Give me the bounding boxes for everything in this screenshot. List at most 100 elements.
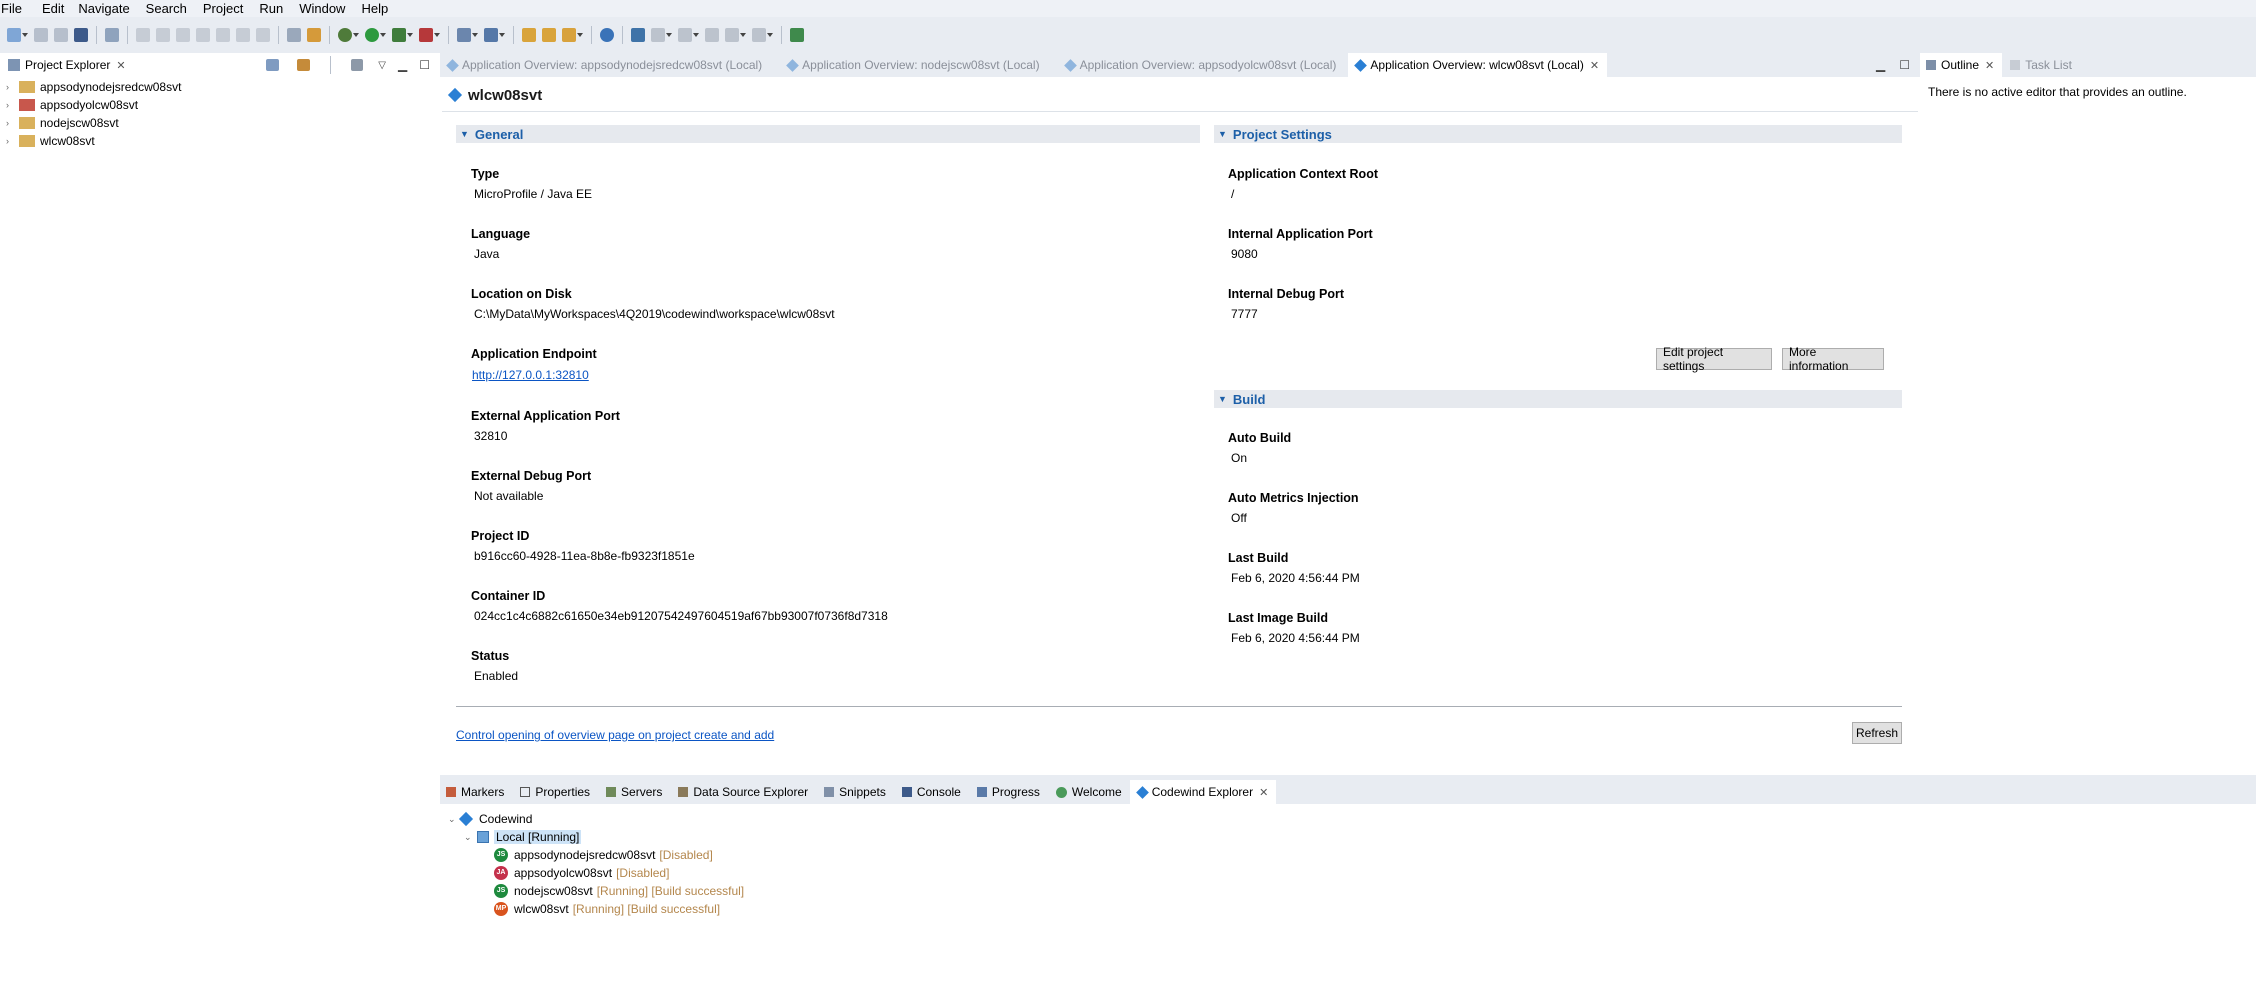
tree-item-project[interactable]: › appsodyolcw08svt [6, 96, 138, 114]
tab-servers[interactable]: Servers [598, 780, 670, 804]
close-icon[interactable]: ✕ [116, 59, 125, 72]
external-tools-dropdown-icon[interactable] [434, 28, 440, 42]
tab-overview-wlcw08svt[interactable]: Application Overview: wlcw08svt (Local) … [1348, 53, 1608, 77]
open-type-icon[interactable] [522, 28, 536, 42]
next-annotation-icon[interactable] [651, 28, 665, 42]
tree-item-project[interactable]: › nodejscw08svt [6, 114, 119, 132]
close-icon[interactable]: ✕ [1259, 786, 1268, 799]
toggle-block-icon[interactable] [287, 28, 301, 42]
tab-overview-appsodyolcw08svt[interactable]: Application Overview: appsodyolcw08svt (… [1058, 53, 1345, 77]
tab-progress[interactable]: Progress [969, 780, 1048, 804]
tab-overview-nodejscw08svt[interactable]: Application Overview: nodejscw08svt (Loc… [780, 53, 1047, 77]
tree-item-project[interactable]: › wlcw08svt [6, 132, 95, 150]
application-endpoint-link[interactable]: http://127.0.0.1:32810 [472, 368, 589, 382]
back-icon[interactable] [725, 28, 739, 42]
tree-item-app[interactable]: JA appsodyolcw08svt [Disabled] [494, 864, 669, 882]
step-return-icon[interactable] [256, 28, 270, 42]
tab-welcome[interactable]: Welcome [1048, 780, 1130, 804]
menu-help[interactable]: Help [360, 0, 393, 17]
tree-item-codewind[interactable]: ⌄ Codewind [448, 810, 532, 828]
disconnect-icon[interactable] [196, 28, 210, 42]
globe-icon[interactable] [600, 28, 614, 42]
new-wizard-dropdown-icon[interactable] [472, 28, 478, 42]
external-tools-icon[interactable] [419, 28, 433, 42]
tab-overview-appsodynodejsredcw08svt[interactable]: Application Overview: appsodynodejsredcw… [440, 53, 770, 77]
save-all-icon[interactable] [54, 28, 68, 42]
new-icon[interactable] [7, 28, 21, 42]
tree-item-app[interactable]: JS nodejscw08svt [Running] [Build succes… [494, 882, 744, 900]
tab-project-explorer[interactable]: Project Explorer ✕ [0, 53, 134, 77]
close-icon[interactable]: ✕ [1985, 59, 1994, 72]
maximize-icon[interactable]: ☐ [419, 58, 430, 72]
tab-outline[interactable]: Outline ✕ [1920, 53, 2003, 77]
tab-data-source-explorer[interactable]: Data Source Explorer [670, 780, 816, 804]
filter-icon[interactable] [351, 59, 364, 71]
run-dropdown-icon[interactable] [380, 28, 386, 42]
menu-project[interactable]: Project [202, 0, 248, 17]
coverage-icon[interactable] [392, 28, 406, 42]
search-icon[interactable] [562, 28, 576, 42]
expand-icon[interactable]: › [6, 118, 14, 128]
section-general-header[interactable]: ▼ General [456, 125, 1200, 143]
minimize-icon[interactable]: ▁ [398, 58, 407, 72]
tree-item-project[interactable]: › appsodynodejsredcw08svt [6, 78, 181, 96]
more-information-button[interactable]: More information [1782, 345, 1884, 373]
open-resource-icon[interactable] [542, 28, 556, 42]
tab-task-list[interactable]: Task List [2002, 53, 2080, 77]
tree-item-app[interactable]: MP wlcw08svt [Running] [Build successful… [494, 900, 720, 918]
menu-navigate[interactable]: Navigate [77, 0, 134, 17]
expand-icon[interactable]: › [6, 82, 14, 92]
expand-icon[interactable]: › [6, 100, 14, 110]
chevron-down-icon[interactable]: ⌄ [464, 832, 472, 843]
tab-console[interactable]: Console [894, 780, 969, 804]
tree-item-local-connection[interactable]: ⌄ Local [Running] [464, 828, 582, 846]
edit-project-settings-button[interactable]: Edit project settings [1656, 345, 1772, 373]
coverage-dropdown-icon[interactable] [407, 28, 413, 42]
section-build-header[interactable]: ▼ Build [1214, 390, 1902, 408]
new-server-dropdown-icon[interactable] [499, 28, 505, 42]
new-wizard-icon[interactable] [457, 28, 471, 42]
prev-annotation-dropdown-icon[interactable] [693, 28, 699, 42]
new-server-icon[interactable] [484, 28, 498, 42]
refresh-button[interactable]: Refresh [1852, 722, 1902, 744]
skip-breakpoints-icon[interactable] [105, 28, 119, 42]
menu-search[interactable]: Search [145, 0, 192, 17]
tree-item-app[interactable]: JS appsodynodejsredcw08svt [Disabled] [494, 846, 713, 864]
step-into-icon[interactable] [216, 28, 230, 42]
suspend-icon[interactable] [156, 28, 170, 42]
last-edit-icon[interactable] [705, 28, 719, 42]
annotation-icon[interactable] [631, 28, 645, 42]
view-menu-icon[interactable]: ▽ [378, 60, 386, 71]
terminate-icon[interactable] [176, 28, 190, 42]
back-dropdown-icon[interactable] [740, 28, 746, 42]
collapse-all-icon[interactable] [266, 59, 280, 71]
save-icon[interactable] [34, 28, 48, 42]
forward-dropdown-icon[interactable] [767, 28, 773, 42]
minimize-icon[interactable]: ▁ [1876, 58, 1885, 72]
menu-run[interactable]: Run [258, 0, 288, 17]
tab-properties[interactable]: Properties [512, 780, 598, 804]
close-icon[interactable]: ✕ [1590, 59, 1599, 72]
menu-window[interactable]: Window [298, 0, 350, 17]
control-overview-link[interactable]: Control opening of overview page on proj… [456, 728, 774, 742]
step-over-icon[interactable] [236, 28, 250, 42]
terminal-icon[interactable] [74, 28, 88, 42]
debug-icon[interactable] [338, 28, 352, 42]
link-editor-icon[interactable] [297, 59, 311, 71]
search-dropdown-icon[interactable] [577, 28, 583, 42]
open-perspective-icon[interactable] [790, 28, 804, 42]
section-project-settings-header[interactable]: ▼ Project Settings [1214, 125, 1902, 143]
forward-icon[interactable] [752, 28, 766, 42]
debug-dropdown-icon[interactable] [353, 28, 359, 42]
tab-snippets[interactable]: Snippets [816, 780, 894, 804]
toggle-mark-icon[interactable] [307, 28, 321, 42]
expand-icon[interactable]: › [6, 136, 14, 146]
maximize-icon[interactable]: ☐ [1899, 58, 1910, 72]
prev-annotation-icon[interactable] [678, 28, 692, 42]
run-icon[interactable] [365, 28, 379, 42]
menu-file[interactable]: File [0, 0, 27, 17]
next-annotation-dropdown-icon[interactable] [666, 28, 672, 42]
chevron-down-icon[interactable]: ⌄ [448, 814, 456, 825]
new-dropdown-icon[interactable] [22, 28, 28, 42]
tab-codewind-explorer[interactable]: Codewind Explorer ✕ [1129, 780, 1277, 804]
